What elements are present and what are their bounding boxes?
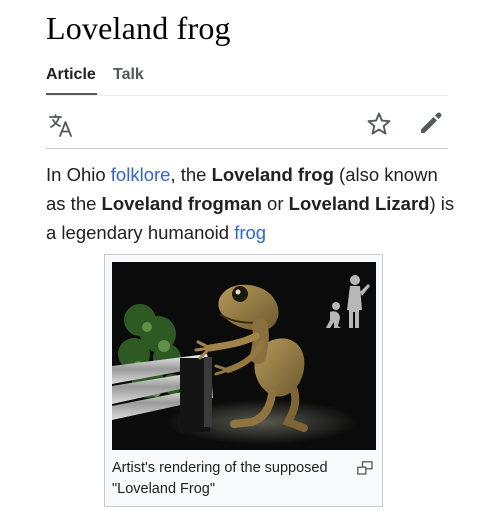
toolbar-divider bbox=[46, 148, 448, 149]
frog-illustration bbox=[112, 262, 376, 450]
bold-term: Loveland Lizard bbox=[288, 193, 430, 214]
link-folklore[interactable]: folklore bbox=[111, 164, 171, 185]
tab-talk[interactable]: Talk bbox=[113, 66, 144, 84]
tabs-divider bbox=[46, 95, 448, 96]
intro-paragraph: In Ohio folklore, the Loveland frog (als… bbox=[46, 160, 456, 247]
figure-thumbnail: Artist's rendering of the supposed "Love… bbox=[104, 254, 383, 507]
star-icon[interactable] bbox=[366, 111, 392, 137]
figure-image[interactable] bbox=[112, 262, 376, 450]
figure-caption: Artist's rendering of the supposed "Love… bbox=[112, 460, 328, 497]
intro-text: , the bbox=[170, 164, 212, 185]
page-title: Loveland frog bbox=[46, 10, 231, 46]
link-frog[interactable]: frog bbox=[234, 222, 266, 243]
intro-text: or bbox=[261, 193, 289, 214]
bold-term: Loveland frogman bbox=[101, 193, 262, 214]
edit-icon[interactable] bbox=[418, 110, 444, 136]
bold-term: Loveland frog bbox=[211, 164, 334, 185]
intro-text: In Ohio bbox=[46, 164, 111, 185]
enlarge-icon[interactable] bbox=[357, 461, 373, 475]
language-icon[interactable] bbox=[46, 110, 76, 140]
tab-article[interactable]: Article bbox=[46, 66, 96, 84]
